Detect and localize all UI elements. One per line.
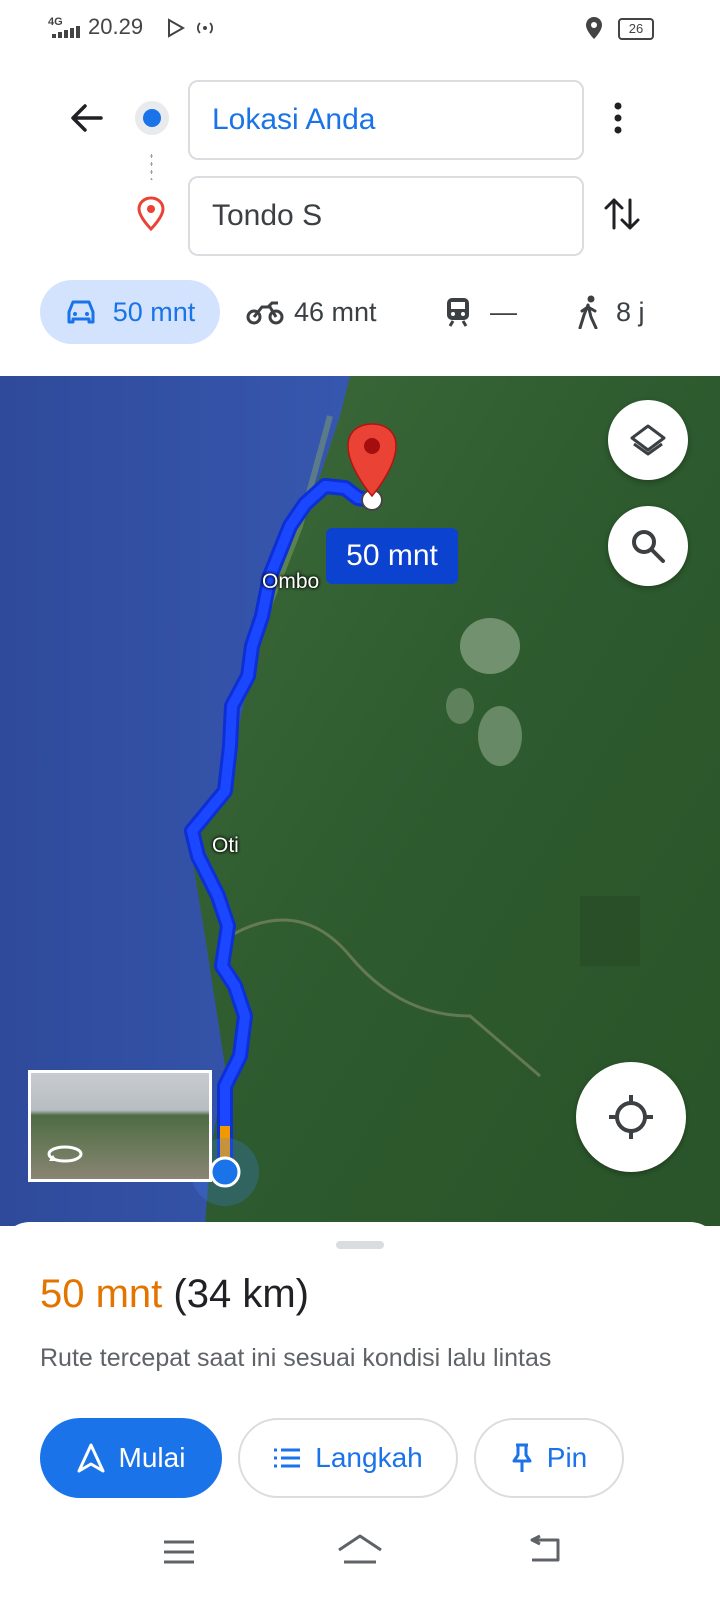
search-icon (632, 530, 665, 563)
place-label-oti: Oti (212, 834, 239, 857)
mode-walking-label: 8 j (616, 296, 645, 327)
route-summary: 50 mnt (34 km) (40, 1272, 309, 1317)
route-duration: 50 mnt (40, 1272, 163, 1316)
more-options-icon[interactable] (610, 100, 626, 136)
car-icon (67, 300, 95, 324)
eta-chip: 50 mnt (326, 528, 458, 584)
clock: 20.29 (88, 14, 144, 39)
origin-input[interactable]: Lokasi Anda (188, 80, 584, 160)
steps-button-label: Langkah (315, 1442, 423, 1473)
destination-pin-icon (137, 196, 165, 232)
start-button[interactable]: Mulai (40, 1418, 222, 1498)
mode-transit-label: — (490, 296, 517, 327)
steps-button[interactable]: Langkah (238, 1418, 458, 1498)
street-view-thumbnail[interactable] (28, 1070, 212, 1182)
navigation-arrow-icon (77, 1443, 105, 1473)
mode-motorcycle-label: 46 mnt (294, 296, 377, 327)
rotate-360-icon (47, 1145, 83, 1163)
list-icon (274, 1448, 301, 1468)
status-bar: 4G 20.29 26 (0, 0, 720, 56)
home-icon[interactable] (336, 1532, 384, 1568)
walk-icon (578, 295, 598, 329)
mode-motorcycle[interactable]: 46 mnt (246, 280, 377, 344)
layers-button[interactable] (608, 400, 688, 480)
route-connector (150, 152, 153, 180)
my-location-button[interactable] (576, 1062, 686, 1172)
pin-button[interactable]: Pin (474, 1418, 624, 1498)
system-nav-bar (0, 1520, 720, 1600)
play-store-icon (168, 18, 186, 38)
signal-icon (52, 26, 80, 38)
battery-indicator: 26 (618, 18, 654, 40)
pushpin-icon (512, 1443, 532, 1472)
back-arrow-icon[interactable] (68, 100, 104, 136)
crosshair-icon (609, 1095, 653, 1139)
route-description: Rute tercepat saat ini sesuai kondisi la… (40, 1344, 552, 1372)
pin-button-label: Pin (546, 1442, 588, 1473)
destination-input[interactable]: Tondo S (188, 176, 584, 256)
mode-transit[interactable]: — (444, 280, 517, 344)
origin-dot-icon (135, 101, 169, 135)
swap-icon[interactable] (602, 194, 642, 234)
drag-handle[interactable] (336, 1241, 384, 1249)
motorcycle-icon (246, 301, 284, 325)
place-label-ombo: Ombo (262, 570, 320, 593)
map-view[interactable]: Ombo Oti (0, 376, 720, 1226)
start-button-label: Mulai (118, 1442, 186, 1473)
train-icon (447, 298, 469, 327)
search-map-button[interactable] (608, 506, 688, 586)
mode-driving[interactable]: 50 mnt (40, 280, 220, 344)
back-nav-icon[interactable] (526, 1534, 562, 1566)
route-distance: (34 km) (173, 1272, 309, 1316)
location-icon (586, 17, 602, 39)
hotspot-icon (197, 22, 213, 34)
menu-icon[interactable] (162, 1538, 196, 1566)
mode-walking[interactable]: 8 j (576, 280, 645, 344)
layers-icon (630, 424, 666, 456)
mode-driving-label: 50 mnt (112, 296, 196, 327)
